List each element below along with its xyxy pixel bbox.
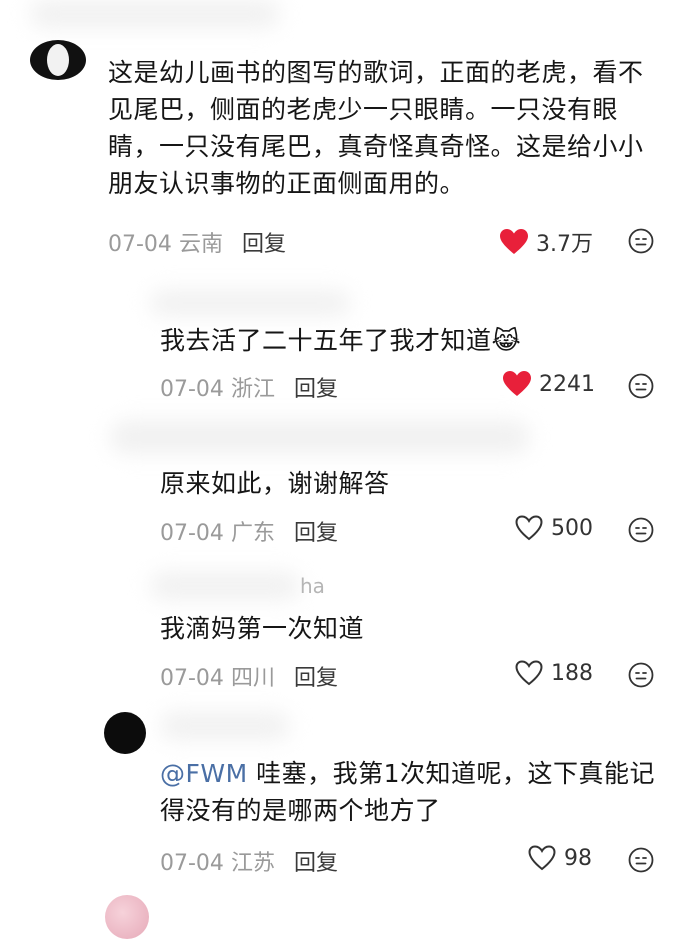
heart-icon [528,845,556,871]
reply-button[interactable]: 回复 [294,521,338,546]
like-button[interactable]: 188 [515,660,593,686]
like-button[interactable]: 3.7万 [500,226,593,258]
heart-icon [503,371,531,396]
like-count: 98 [564,845,592,871]
like-button[interactable]: 500 [515,515,593,541]
comment-meta: 07-04 江苏 回复 [160,845,338,877]
smiley-icon[interactable] [628,373,654,399]
like-count: 3.7万 [536,232,593,257]
heart-icon [515,515,543,541]
avatar-face [47,44,69,76]
smiley-icon[interactable] [628,228,654,254]
smiley-icon[interactable] [628,847,654,873]
comment-location: 江苏 [230,851,275,876]
comment-date: 07-04 [160,377,224,402]
reply-button[interactable]: 回复 [242,232,286,257]
blurred-username [150,572,300,600]
comment-location: 四川 [230,666,275,691]
blurred-username [30,0,280,28]
comment-date: 07-04 [160,666,224,691]
smiley-icon[interactable] [628,662,654,688]
reply-button[interactable]: 回复 [294,666,338,691]
mention-link[interactable]: @FWM [160,759,248,788]
comment-meta: 07-04 云南 回复 [108,226,286,258]
reply-button[interactable]: 回复 [294,851,338,876]
comment-location: 浙江 [230,377,275,402]
blurred-username [160,712,290,740]
blurred-username [110,420,530,454]
avatar[interactable] [30,40,86,80]
like-count: 188 [551,660,593,686]
like-button[interactable]: 98 [528,845,592,871]
comment-meta: 07-04 四川 回复 [160,660,338,692]
cat-emoji: 😹 [491,326,522,355]
like-count: 500 [551,515,593,541]
comment-text: 我去活了二十五年了我才知道😹 [160,326,522,355]
heart-icon [515,660,543,686]
reply-button[interactable]: 回复 [294,377,338,402]
comment-location: 广东 [230,521,275,546]
comment-date: 07-04 [160,521,224,546]
like-count: 2241 [539,371,595,397]
blurred-username [150,290,350,316]
heart-icon [500,229,528,254]
avatar[interactable] [105,895,149,939]
like-button[interactable]: 2241 [503,371,595,397]
smiley-icon[interactable] [628,517,654,543]
comment-meta: 07-04 浙江 回复 [160,371,338,403]
comment-date: 07-04 [108,232,172,257]
comment-date: 07-04 [160,851,224,876]
comment-text: @FWM 哇塞，我第1次知道呢，这下真能记得没有的是哪两个地方了 [160,759,656,825]
comment-text: 原来如此，谢谢解答 [160,469,390,498]
comment-location: 云南 [178,232,223,257]
comment-meta: 07-04 广东 回复 [160,515,338,547]
avatar[interactable] [104,712,146,754]
comment-text: 我滴妈第一次知道 [160,614,365,643]
username-fragment: ha [300,574,325,598]
comment-text: 这是幼儿画书的图写的歌词，正面的老虎，看不见尾巴，侧面的老虎少一只眼睛。一只没有… [108,58,644,198]
